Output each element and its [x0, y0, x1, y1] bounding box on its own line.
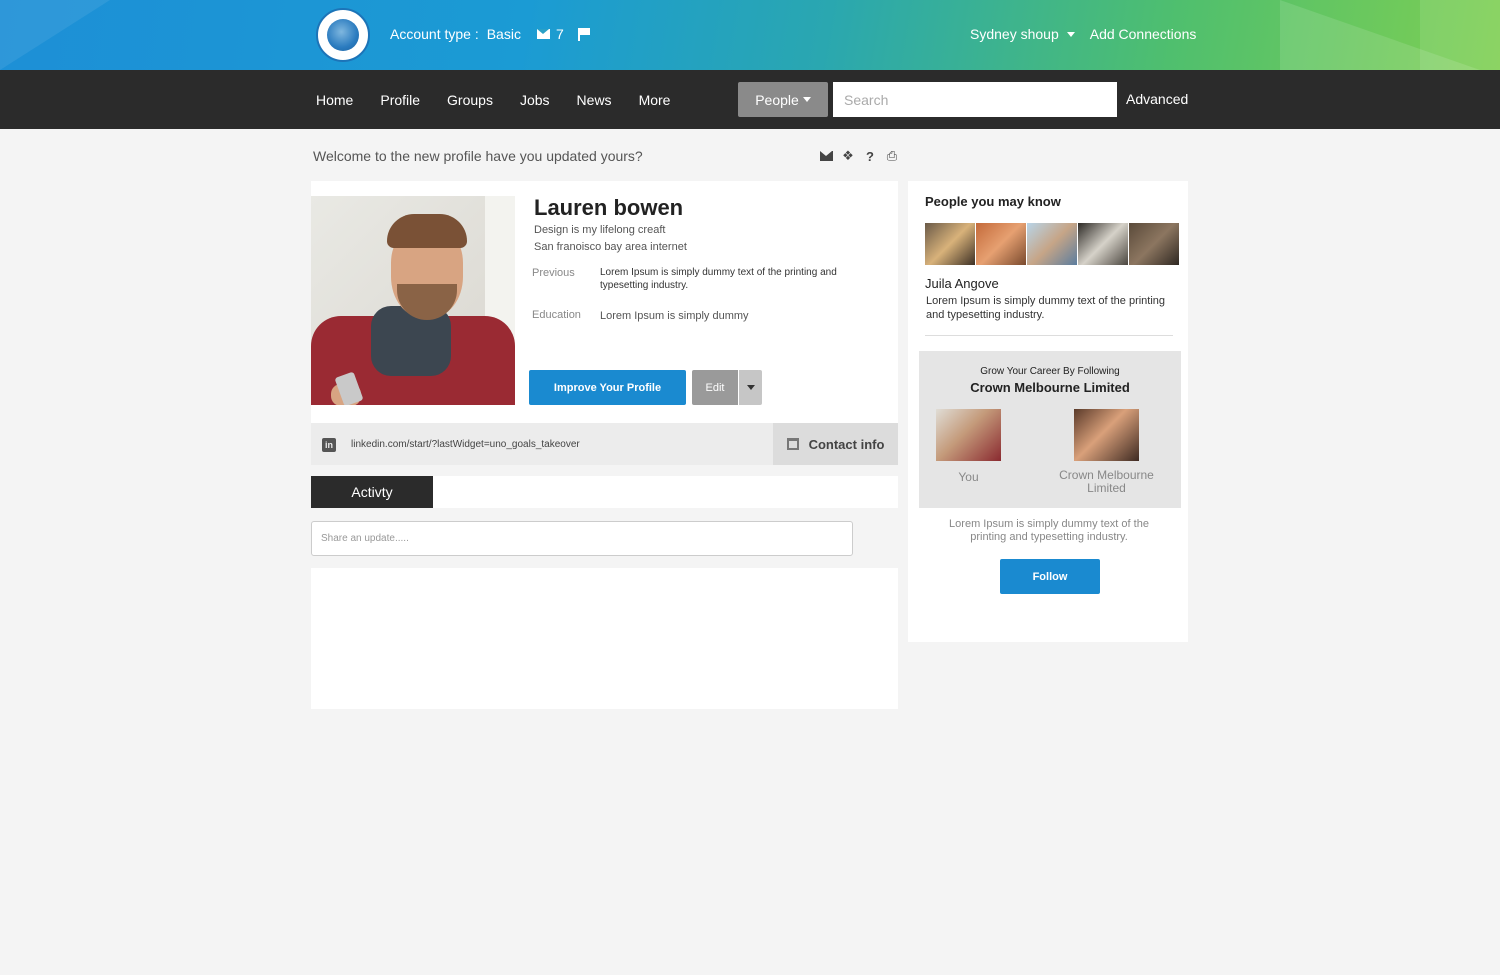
person-thumbnail[interactable] — [1027, 223, 1077, 265]
profile-photo[interactable] — [311, 196, 515, 405]
linkedin-icon: in — [322, 438, 336, 452]
advanced-search-link[interactable]: Advanced — [1126, 91, 1188, 107]
nav-item-news[interactable]: News — [577, 92, 612, 108]
education-label: Education — [532, 309, 581, 321]
share-icon[interactable]: ❖ — [841, 148, 855, 164]
improve-profile-button[interactable]: Improve Your Profile — [529, 370, 686, 405]
nav-item-more[interactable]: More — [639, 92, 671, 108]
people-thumbnails — [925, 223, 1179, 265]
account-info: Account type : Basic 7 — [390, 26, 590, 42]
nav-item-profile[interactable]: Profile — [380, 92, 420, 108]
nav-item-jobs[interactable]: Jobs — [520, 92, 550, 108]
help-icon[interactable]: ? — [863, 149, 877, 164]
edit-button[interactable]: Edit — [692, 370, 738, 405]
suggested-person-name[interactable]: Juila Angove — [925, 276, 999, 291]
top-banner: Account type : Basic 7 Sydney shoup Add … — [0, 0, 1500, 70]
search-input[interactable] — [833, 82, 1117, 117]
education-text: Lorem Ipsum is simply dummy — [600, 310, 749, 322]
profile-location: San franoisco bay area internet — [534, 241, 687, 253]
follow-company-panel: Grow Your Career By Following Crown Melb… — [919, 351, 1181, 508]
profile-name: Lauren bowen — [534, 195, 684, 220]
profile-link-bar: in linkedin.com/start/?lastWidget=uno_go… — [311, 423, 898, 465]
tab-activity[interactable]: Activty — [311, 476, 433, 508]
message-count[interactable]: 7 — [556, 26, 564, 42]
account-type-value: Basic — [486, 26, 521, 42]
profile-card: Lauren bowen Design is my lifelong creaf… — [311, 181, 898, 423]
edit-dropdown-button[interactable] — [739, 370, 762, 405]
previous-text: Lorem Ipsum is simply dummy text of the … — [600, 267, 837, 291]
user-menu[interactable]: Sydney shoup — [970, 26, 1059, 42]
person-thumbnail[interactable] — [1078, 223, 1128, 265]
search-scope-label: People — [755, 91, 799, 108]
company-avatar[interactable] — [1074, 409, 1139, 461]
person-thumbnail[interactable] — [1129, 223, 1179, 265]
logo[interactable] — [316, 8, 370, 62]
flag-icon[interactable] — [577, 28, 590, 41]
activity-feed — [311, 568, 898, 709]
chevron-down-icon[interactable] — [1066, 31, 1075, 37]
company-description: Lorem Ipsum is simply dummy text of the … — [949, 518, 1149, 544]
chevron-down-icon — [746, 385, 755, 390]
profile-tools: ❖ ? ⎙ — [820, 148, 899, 164]
profile-url[interactable]: linkedin.com/start/?lastWidget=uno_goals… — [351, 439, 580, 450]
banner-decoration — [1420, 0, 1500, 70]
calendar-icon — [786, 438, 799, 450]
profile-tagline: Design is my lifelong creaft — [534, 224, 666, 236]
nav-item-home[interactable]: Home — [316, 92, 353, 108]
mail-icon[interactable] — [536, 29, 550, 39]
person-thumbnail[interactable] — [925, 223, 975, 265]
nav-menu: Home Profile Groups Jobs News More — [316, 92, 697, 108]
main-navbar: Home Profile Groups Jobs News More Peopl… — [0, 70, 1500, 129]
contact-info-label: Contact info — [808, 436, 885, 452]
add-connections-link[interactable]: Add Connections — [1090, 26, 1197, 42]
you-avatar — [936, 409, 1001, 461]
follow-button[interactable]: Follow — [1000, 559, 1100, 594]
search-scope-dropdown[interactable]: People — [738, 82, 828, 117]
you-label: You — [958, 470, 979, 484]
welcome-message: Welcome to the new profile have you upda… — [313, 148, 643, 164]
person-thumbnail[interactable] — [976, 223, 1026, 265]
nav-item-groups[interactable]: Groups — [447, 92, 493, 108]
print-icon[interactable]: ⎙ — [885, 148, 899, 164]
company-label: Crown Melbourne Limited — [1059, 468, 1154, 495]
share-update-input[interactable] — [311, 521, 853, 556]
globe-icon — [327, 19, 359, 51]
user-menu-area: Sydney shoup Add Connections — [970, 26, 1196, 42]
contact-info-button[interactable]: Contact info — [773, 423, 898, 465]
account-type-label: Account type : — [390, 26, 479, 42]
right-sidebar: People you may know Juila Angove Lorem I… — [908, 181, 1188, 642]
mail-icon[interactable] — [820, 151, 833, 161]
previous-label: Previous — [532, 267, 575, 279]
divider — [925, 335, 1173, 336]
suggested-person-desc: Lorem Ipsum is simply dummy text of the … — [926, 295, 1166, 321]
chevron-down-icon — [802, 97, 811, 102]
people-you-may-know-title: People you may know — [925, 194, 1061, 209]
company-title: Crown Melbourne Limited — [970, 380, 1130, 395]
banner-decoration — [0, 0, 110, 70]
activity-tabs: Activty — [311, 476, 898, 508]
grow-career-text: Grow Your Career By Following — [980, 366, 1120, 377]
